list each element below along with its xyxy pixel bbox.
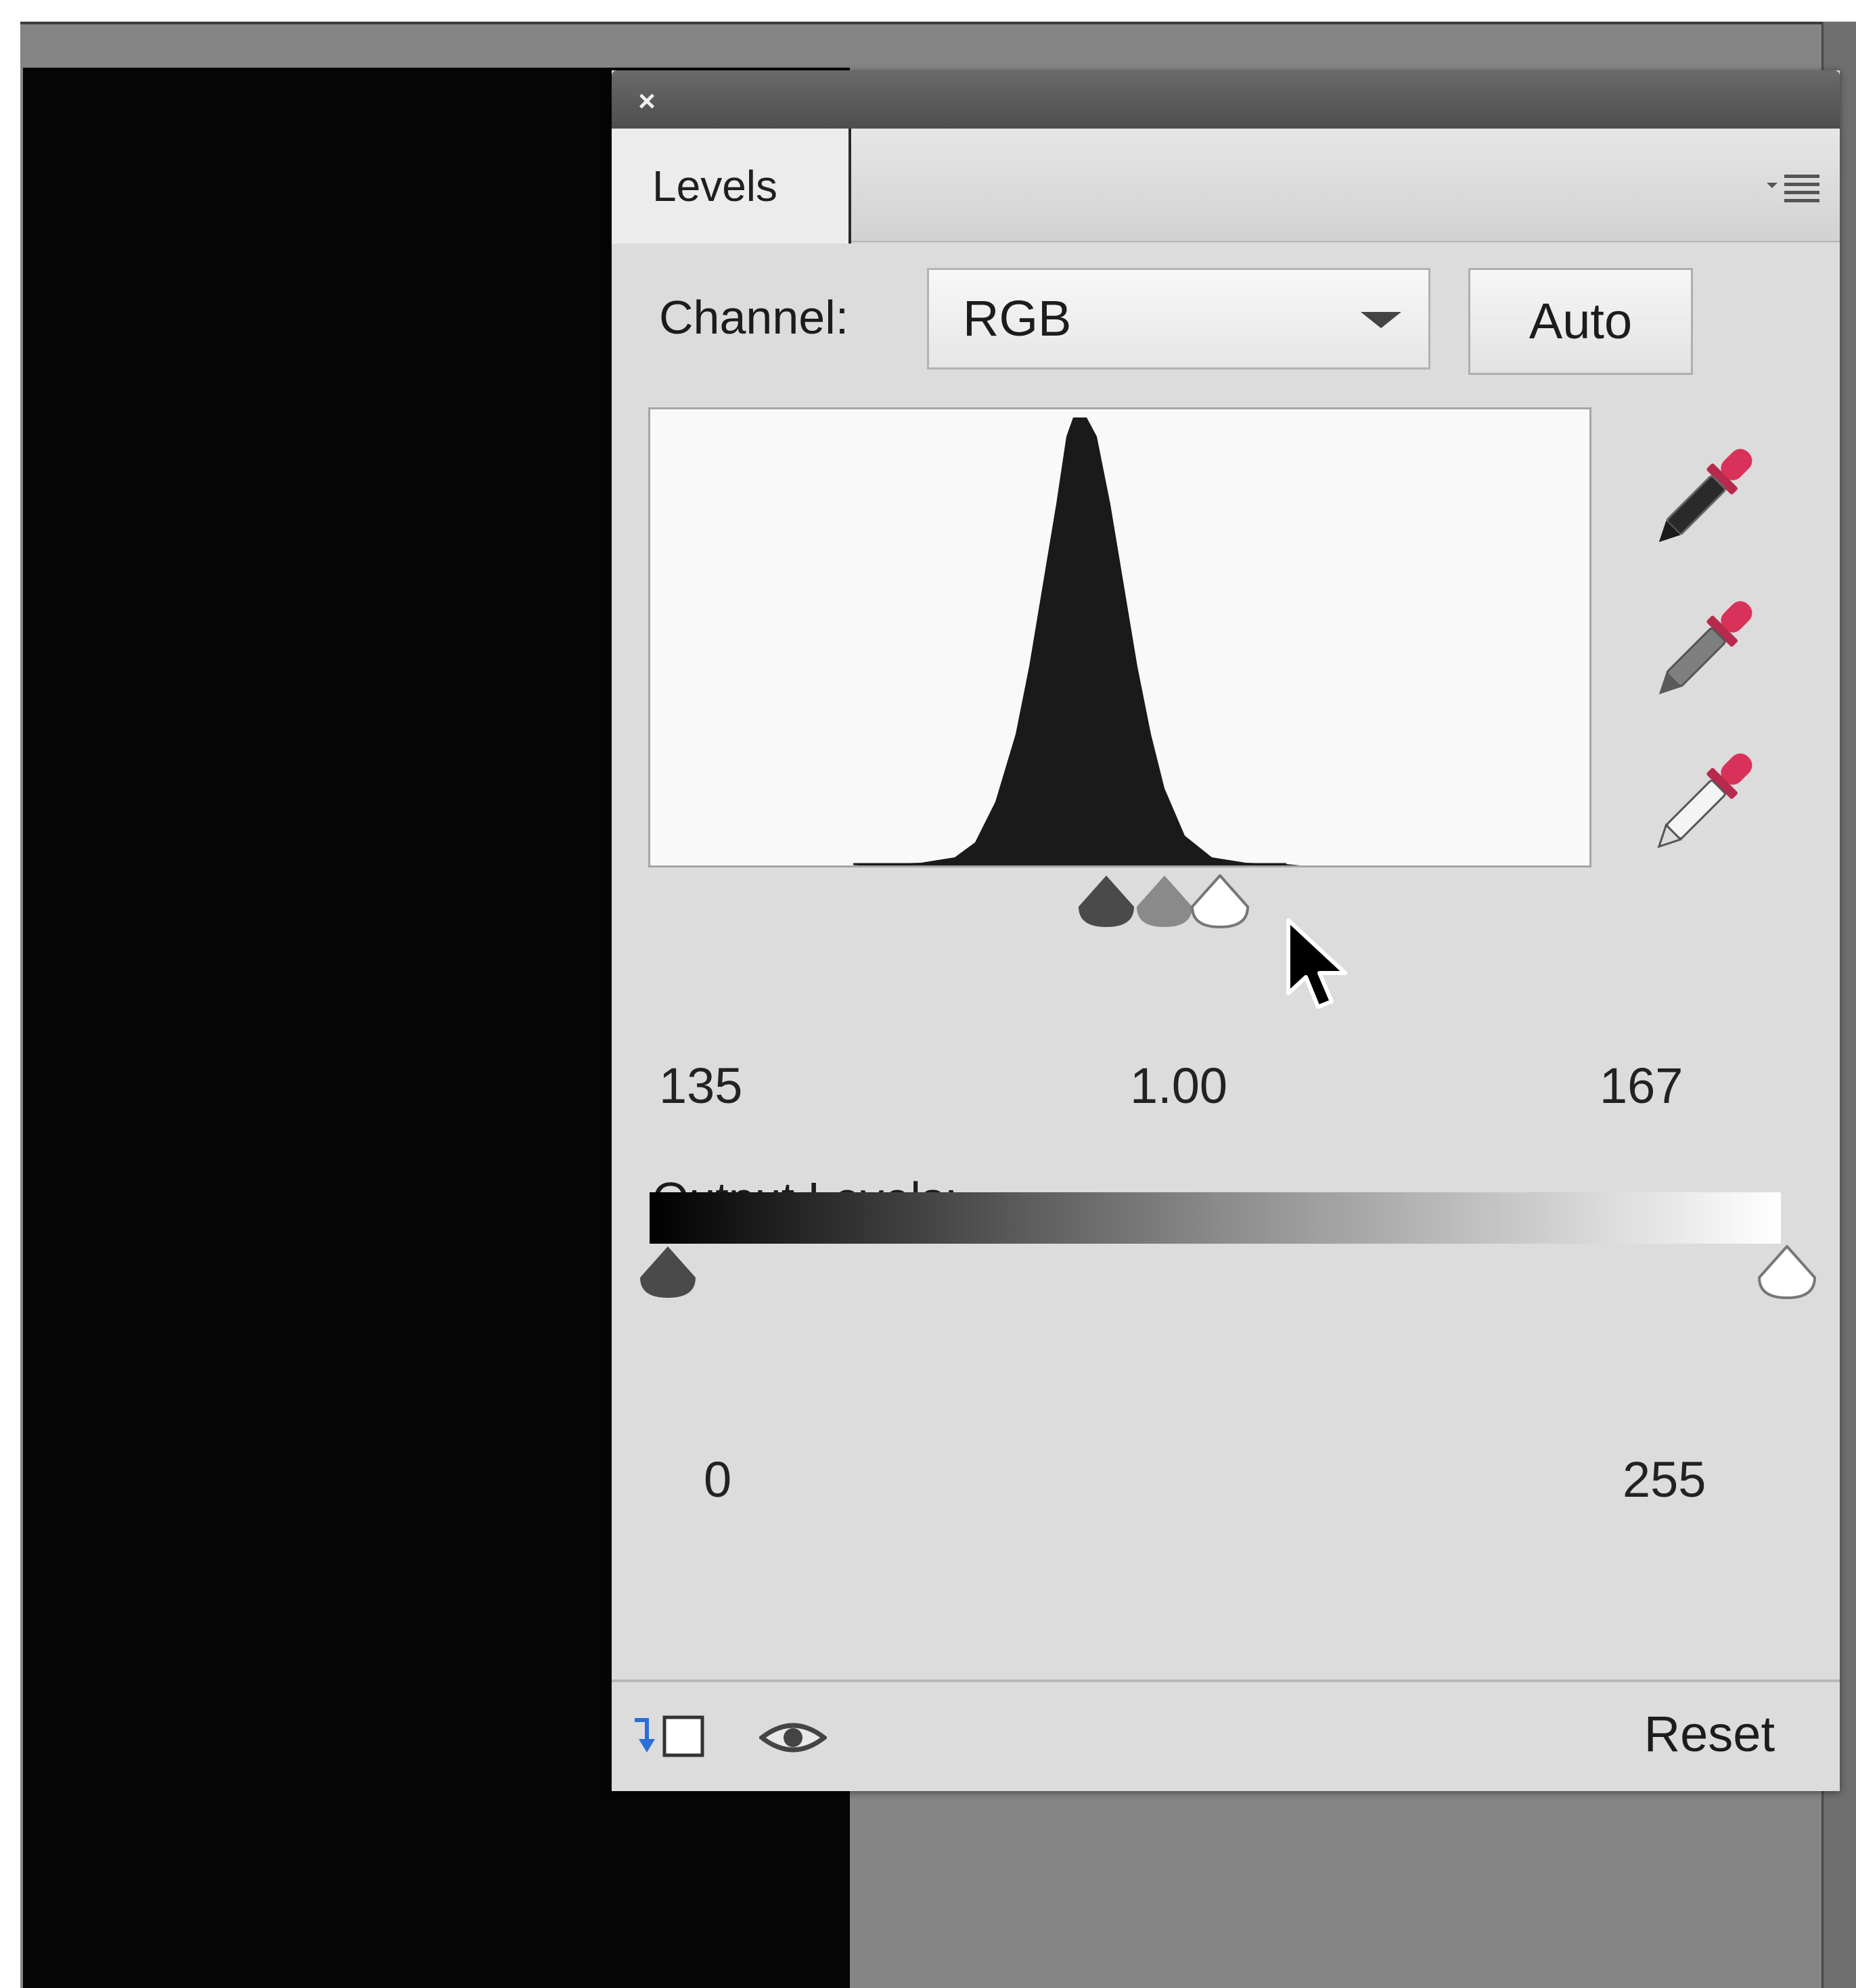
auto-button[interactable]: Auto — [1468, 268, 1693, 375]
channel-label: Channel: — [659, 291, 849, 344]
clip-to-layer-icon[interactable] — [629, 1711, 710, 1765]
panel-menu-icon[interactable] — [1764, 166, 1825, 207]
output-gradient-bar — [650, 1192, 1781, 1244]
input-black-value[interactable]: 135 — [659, 1057, 742, 1114]
histogram-graph — [853, 417, 1300, 865]
panel-titlebar[interactable]: × — [612, 70, 1840, 129]
app-top-border — [20, 22, 1856, 24]
tab-levels[interactable]: Levels — [612, 129, 851, 244]
gray-point-eyedropper-icon[interactable] — [1647, 581, 1762, 717]
panel-footer: Reset — [612, 1679, 1840, 1791]
input-white-slider-handle[interactable] — [1190, 873, 1250, 932]
output-black-value[interactable]: 0 — [704, 1451, 731, 1508]
black-point-eyedropper-icon[interactable] — [1647, 429, 1762, 564]
eye-icon[interactable] — [758, 1716, 828, 1763]
input-gamma-value[interactable]: 1.00 — [1130, 1057, 1227, 1114]
output-black-slider-handle[interactable] — [637, 1245, 698, 1303]
output-white-slider-handle[interactable] — [1757, 1244, 1817, 1303]
input-white-value[interactable]: 167 — [1600, 1057, 1683, 1114]
white-point-eyedropper-icon[interactable] — [1647, 733, 1762, 869]
panel-tab-strip: Levels — [612, 129, 1840, 244]
channel-select[interactable]: RGB — [927, 268, 1430, 369]
channel-value: RGB — [963, 290, 1072, 346]
input-gamma-slider-handle[interactable] — [1134, 874, 1195, 932]
output-white-value[interactable]: 255 — [1623, 1451, 1706, 1508]
reset-button[interactable]: Reset — [1644, 1705, 1775, 1763]
chevron-down-icon — [1361, 312, 1401, 328]
histogram — [648, 407, 1591, 867]
input-black-slider-handle[interactable] — [1076, 874, 1137, 932]
input-levels-slider[interactable] — [648, 870, 1591, 1009]
levels-panel: × Levels Channel: RGB Auto 135 1.00 167 … — [612, 70, 1840, 1791]
close-button[interactable]: × — [633, 87, 660, 116]
mouse-cursor-icon — [1283, 918, 1357, 1022]
